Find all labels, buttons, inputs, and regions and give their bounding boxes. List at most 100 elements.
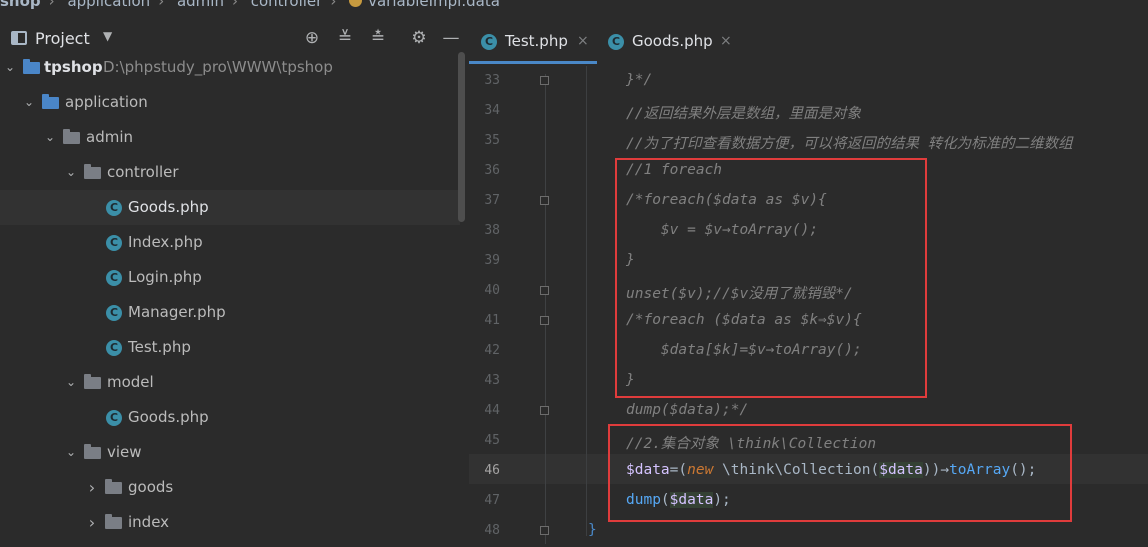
project-window-icon (11, 31, 27, 45)
close-icon[interactable]: × (720, 24, 732, 58)
line-number: 47 (484, 493, 500, 508)
gear-icon[interactable]: ⚙ (408, 26, 430, 50)
locate-icon[interactable]: ⊕ (301, 26, 323, 50)
tree-item-admin[interactable]: ⌄ admin (0, 120, 460, 155)
folder-icon (84, 374, 101, 389)
breadcrumb-item[interactable]: variableImpl.data (368, 0, 500, 10)
tree-item-login-php[interactable]: C Login.php (0, 260, 460, 295)
chevron-right-icon[interactable]: › (85, 505, 99, 540)
tree-item-label: view (107, 443, 142, 461)
php-class-icon: C (608, 34, 624, 50)
panel-title[interactable]: Project (35, 29, 90, 48)
folder-icon (23, 59, 40, 74)
breadcrumb-item[interactable]: controller (251, 0, 323, 10)
folder-icon (105, 479, 122, 494)
tree-item-test-php[interactable]: C Test.php (0, 330, 460, 365)
fold-marker-icon[interactable] (540, 406, 549, 415)
code-line: //返回结果外层是数组，里面是对象 (626, 106, 861, 122)
chevron-right-icon[interactable]: › (85, 470, 99, 505)
tab-goods-php[interactable]: C Goods.php × (596, 24, 746, 64)
tree-item-label: Manager.php (128, 303, 226, 321)
minimize-icon[interactable]: — (440, 26, 462, 50)
gutter: 33 34 35 36 37 38 39 40 41 42 43 44 45 4… (469, 66, 589, 547)
code-line: } (588, 522, 597, 538)
tree-item-view[interactable]: ⌄ view (0, 435, 460, 470)
tree-item-label: Test.php (128, 338, 191, 356)
folder-icon (105, 514, 122, 529)
line-number: 44 (484, 403, 500, 418)
code-line: //为了打印查看数据方便，可以将返回的结果 转化为标准的二维数组 (626, 136, 1073, 152)
line-number: 41 (484, 313, 500, 328)
line-number: 35 (484, 133, 500, 148)
php-class-icon: C (481, 34, 497, 50)
tree-item-goods[interactable]: › goods (0, 470, 460, 505)
php-class-icon: C (106, 340, 122, 356)
line-number: 39 (484, 253, 500, 268)
tree-item-tpshop[interactable]: ⌄ tpshop D:\phpstudy_pro\WWW\tpshop (0, 50, 460, 85)
line-number: 43 (484, 373, 500, 388)
tree-item-label: index (128, 513, 170, 531)
chevron-down-icon[interactable]: ⌄ (64, 435, 78, 470)
tab-test-php[interactable]: C Test.php × (469, 24, 597, 64)
tree-item-label: Goods.php (128, 408, 209, 426)
tab-label: Test.php (505, 32, 568, 50)
folder-icon (63, 129, 80, 144)
chevron-down-icon[interactable]: ⌄ (3, 50, 17, 85)
tree-item-controller[interactable]: ⌄ controller (0, 155, 460, 190)
editor: C Test.php × C Goods.php × 33 34 35 36 3… (469, 14, 1148, 547)
folder-icon (84, 444, 101, 459)
tree-item-label: goods (128, 478, 174, 496)
tree-item-label: admin (86, 128, 133, 146)
chevron-down-icon[interactable]: ▼ (103, 29, 112, 43)
fold-marker-icon[interactable] (540, 316, 549, 325)
php-class-icon: C (106, 305, 122, 321)
breadcrumb-item[interactable]: admin (177, 0, 224, 10)
tree-item-path: D:\phpstudy_pro\WWW\tpshop (103, 58, 333, 76)
breadcrumb-item[interactable]: shop (0, 0, 41, 10)
breadcrumb-item[interactable]: application (67, 0, 150, 10)
php-class-icon: C (106, 200, 122, 216)
tree-item-application[interactable]: ⌄ application (0, 85, 460, 120)
chevron-down-icon[interactable]: ⌄ (64, 155, 78, 190)
line-number: 37 (484, 193, 500, 208)
fold-guide (545, 74, 546, 544)
tree-item-model[interactable]: ⌄ model (0, 365, 460, 400)
close-icon[interactable]: × (577, 24, 589, 58)
project-panel: Project ▼ ⊕ ≚ ≛ ⚙ — ⌄ tpshop D:\phpstudy… (0, 14, 468, 547)
line-number: 38 (484, 223, 500, 238)
tree-item-goods-php[interactable]: C Goods.php (0, 190, 460, 225)
collapse-all-icon[interactable]: ≛ (367, 26, 389, 50)
tree-item-label: application (65, 93, 148, 111)
fold-marker-icon[interactable] (540, 286, 549, 295)
tree-item-label: tpshop (44, 58, 103, 76)
line-number: 48 (484, 523, 500, 538)
lamp-icon (349, 0, 363, 7)
tab-label: Goods.php (632, 32, 713, 50)
code-line: }*/ (626, 72, 653, 88)
tree-item-label: Index.php (128, 233, 203, 251)
tree-item-manager-php[interactable]: C Manager.php (0, 295, 460, 330)
tree-item-label: model (107, 373, 154, 391)
fold-marker-icon[interactable] (540, 76, 549, 85)
chevron-down-icon[interactable]: ⌄ (64, 365, 78, 400)
tree-item-model-goods-php[interactable]: C Goods.php (0, 400, 460, 435)
fold-marker-icon[interactable] (540, 196, 549, 205)
tree-item-index[interactable]: › index (0, 505, 460, 540)
line-number: 46 (484, 463, 500, 478)
chevron-down-icon[interactable]: ⌄ (22, 85, 36, 120)
line-number: 45 (484, 433, 500, 448)
folder-icon (84, 164, 101, 179)
php-class-icon: C (106, 235, 122, 251)
tree-item-index-php[interactable]: C Index.php (0, 225, 460, 260)
tree-scrollbar[interactable] (458, 52, 465, 222)
highlight-box-foreach (615, 158, 927, 398)
expand-all-icon[interactable]: ≚ (334, 26, 356, 50)
chevron-down-icon[interactable]: ⌄ (43, 120, 57, 155)
line-number: 42 (484, 343, 500, 358)
fold-marker-icon[interactable] (540, 526, 549, 535)
indent-guide (586, 66, 587, 536)
line-number: 36 (484, 163, 500, 178)
folder-icon (42, 94, 59, 109)
editor-tabs: C Test.php × C Goods.php × (469, 14, 1148, 64)
tree-item-label: Goods.php (128, 198, 209, 216)
